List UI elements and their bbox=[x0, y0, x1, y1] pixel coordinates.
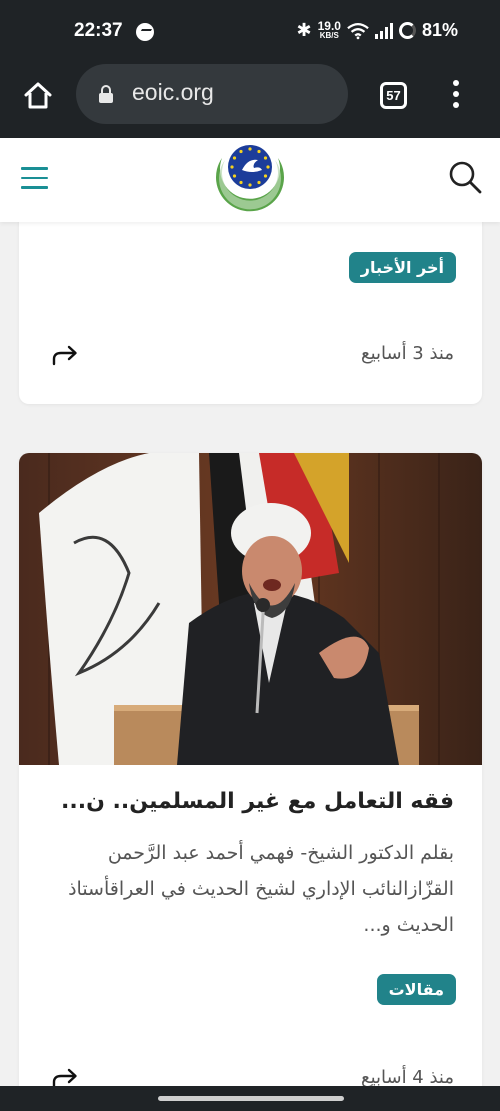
category-tag[interactable]: مقالات bbox=[376, 974, 456, 1005]
battery-icon bbox=[398, 22, 416, 39]
lock-icon bbox=[99, 85, 113, 103]
category-tag[interactable]: أخر الأخبار bbox=[348, 252, 456, 283]
browser-menu-icon[interactable] bbox=[452, 80, 460, 110]
site-logo[interactable] bbox=[208, 140, 292, 220]
address-bar[interactable]: eoic.org bbox=[76, 64, 348, 124]
status-time: 22:37 bbox=[74, 20, 123, 41]
menu-icon[interactable] bbox=[21, 167, 48, 189]
news-card[interactable]: أخر الأخبار منذ 3 أسابيع bbox=[19, 200, 482, 404]
browser-toolbar: eoic.org 57 bbox=[0, 64, 500, 138]
article-image[interactable] bbox=[19, 453, 482, 765]
navigation-gesture-bar bbox=[0, 1086, 500, 1111]
network-speed-value: 19.0 bbox=[317, 18, 341, 33]
status-indicators: ✱ 19.0 KB/S 81% bbox=[297, 20, 458, 41]
network-speed: 19.0 KB/S bbox=[317, 18, 341, 41]
network-speed-unit: KB/S bbox=[319, 30, 339, 40]
gesture-handle[interactable] bbox=[158, 1096, 344, 1101]
post-time: منذ 3 أسابيع bbox=[360, 343, 454, 364]
url-text: eoic.org bbox=[132, 79, 214, 105]
tab-switcher-button[interactable]: 57 bbox=[380, 82, 407, 109]
article-card[interactable]: فقه التعامل مع غير المسلمين.. ن... بقلم … bbox=[19, 453, 482, 1111]
wifi-icon bbox=[347, 22, 369, 39]
cellular-signal-icon bbox=[374, 22, 393, 39]
article-title[interactable]: فقه التعامل مع غير المسلمين.. ن... bbox=[44, 789, 454, 814]
home-icon[interactable] bbox=[22, 80, 54, 112]
post-time: منذ 4 أسابيع bbox=[360, 1067, 454, 1088]
article-excerpt: بقلم الدكتور الشيخ- فهمي أحمد عبد الرَّح… bbox=[68, 842, 454, 936]
share-icon[interactable] bbox=[51, 344, 79, 366]
battery-percent: 81% bbox=[421, 20, 458, 40]
status-bar: 22:37 ✱ 19.0 KB/S 81% bbox=[0, 0, 500, 64]
search-icon[interactable] bbox=[448, 160, 482, 194]
site-header bbox=[0, 138, 500, 222]
bluetooth-icon: ✱ bbox=[296, 20, 312, 40]
messenger-icon bbox=[136, 23, 154, 41]
